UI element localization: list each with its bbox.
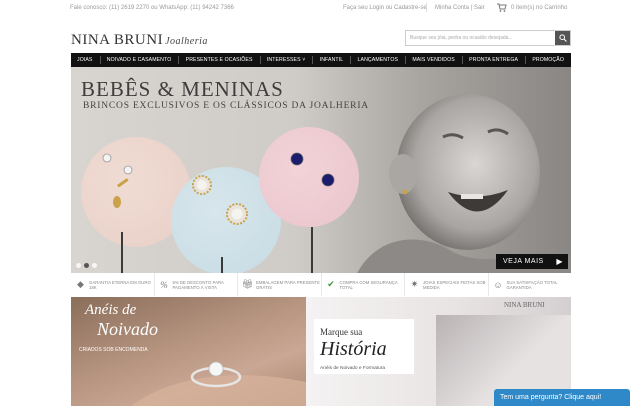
benefit-text: SUA SATISFAÇÃO TOTAL GARANTIDA (506, 279, 558, 290)
promo-brand: NINA BRUNI (504, 301, 545, 309)
nav-item-joias[interactable]: JOIAS (71, 53, 100, 67)
nav-item-presentes[interactable]: PRESENTES E OCASIÕES (179, 53, 260, 67)
nav-item-promocao[interactable]: PROMOÇÃO (525, 53, 571, 67)
banner-subtitle: BRINCOS EXCLUSIVOS E OS CLÁSSICOS DA JOA… (83, 101, 369, 111)
ring-hand-photo (131, 361, 306, 406)
promo-line2: História (320, 338, 387, 360)
logo-script: Joalheria (165, 36, 208, 47)
slider-dots (76, 263, 97, 268)
shield-check-icon: ✔ (327, 279, 335, 289)
benefit-item: 🎁︎ EMBALAGEM PARA PRESENTE GRÁTIS (238, 273, 322, 296)
benefit-item: ☺ SUA SATISFAÇÃO TOTAL GARANTIDA (489, 273, 572, 296)
nav-item-interesses[interactable]: INTERESSES ˅ (260, 53, 313, 67)
hero-banner[interactable]: BEBÊS & MENINAS BRINCOS EXCLUSIVOS E OS … (71, 67, 571, 273)
promo-title-line1: Anéis de (85, 302, 137, 318)
play-icon: ▶ (556, 257, 563, 266)
search-input[interactable] (406, 31, 555, 45)
earrings-illustration (102, 152, 335, 225)
benefits-strip: ◆ GARANTIA ETERNA EM OURO 18K % 5% DE DE… (71, 273, 571, 296)
nav-item-noivado[interactable]: NOIVADO E CASAMENTO (100, 53, 179, 67)
benefit-text: 5% DE DESCONTO PARA PAGAMENTO À VISTA (172, 279, 224, 290)
search-icon (558, 34, 567, 42)
slider-dot[interactable] (92, 263, 97, 268)
benefit-item: ✔ COMPRA COM SEGURANÇA TOTAL (322, 273, 405, 296)
bubble-stick (221, 257, 223, 273)
search-box (405, 30, 571, 46)
gift-icon: 🎁︎ (241, 279, 254, 289)
top-bar: Fale conosco: (11) 2619 2270 ou WhatsApp… (0, 0, 640, 16)
cart-icon[interactable] (497, 3, 507, 12)
benefit-item: ✷ JOIAS ESPECIAIS FEITAS SOB MEDIDA (405, 273, 489, 296)
promo-title-line2: Noivado (97, 319, 158, 339)
diamond-icon: ◆ (77, 279, 84, 289)
nav-item-mais-vendidos[interactable]: MAIS VENDIDOS (405, 53, 462, 67)
percent-icon: % (160, 279, 168, 290)
cta-label: VEJA MAIS (503, 258, 544, 265)
veja-mais-button[interactable]: VEJA MAIS ▶ (496, 254, 568, 269)
login-link[interactable]: Faça seu Login ou Cadastre-se (343, 5, 427, 11)
benefit-item: ◆ GARANTIA ETERNA EM OURO 18K (71, 273, 155, 296)
sparkle-icon: ✷ (410, 279, 419, 289)
contact-info: Fale conosco: (11) 2619 2270 ou WhatsApp… (70, 5, 234, 11)
promo-caption: Anéis de Noivado e Formatura (320, 366, 386, 371)
slider-dot[interactable] (76, 263, 81, 268)
nav-item-pronta-entrega[interactable]: PRONTA ENTREGA (462, 53, 525, 67)
bubble-stick (121, 232, 123, 273)
promo-line1: Marque sua (320, 327, 363, 337)
benefit-text: GARANTIA ETERNA EM OURO 18K (89, 279, 151, 290)
account-link[interactable]: Minha Conta | Sair (435, 5, 485, 11)
main-nav: JOIAS NOIVADO E CASAMENTO PRESENTES E OC… (71, 53, 571, 67)
search-button[interactable] (555, 31, 570, 45)
satisfaction-icon: ☺ (493, 279, 503, 290)
benefit-text: COMPRA COM SEGURANÇA TOTAL (339, 279, 398, 290)
slider-dot-active[interactable] (84, 263, 89, 268)
benefit-text: EMBALAGEM PARA PRESENTE GRÁTIS (256, 279, 320, 290)
banner-title: BEBÊS & MENINAS (81, 77, 284, 101)
logo-brand: NINA BRUNI (71, 32, 164, 48)
benefit-item: % 5% DE DESCONTO PARA PAGAMENTO À VISTA (155, 273, 238, 296)
promo-aneis-noivado[interactable]: Anéis de Noivado CRIADOS SOB ENCOMENDA (71, 297, 306, 406)
nav-item-lancamentos[interactable]: LANÇAMENTOS (351, 53, 406, 67)
chat-widget[interactable]: Tem uma pergunta? Clique aqui! (494, 389, 630, 406)
divider (426, 3, 427, 12)
site-logo[interactable]: NINA BRUNI Joalheria (71, 32, 208, 49)
cart-count[interactable]: 0 item(s) no Carrinho (511, 5, 567, 11)
benefit-text: JOIAS ESPECIAIS FEITAS SOB MEDIDA (423, 279, 486, 290)
baby-photo (357, 94, 571, 273)
nav-item-infantil[interactable]: INFANTIL (313, 53, 351, 67)
